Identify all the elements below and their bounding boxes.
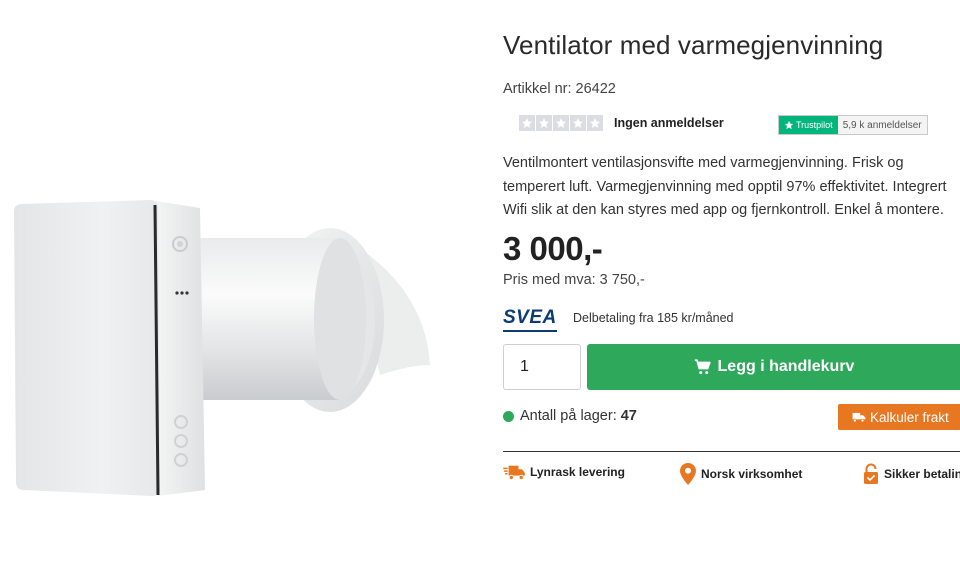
usp-label: Norsk virksomhet	[701, 467, 803, 481]
usp-norwegian-company: Norsk virksomhet	[680, 463, 802, 485]
lock-icon	[864, 463, 878, 484]
rating-stars[interactable]	[519, 115, 603, 131]
in-stock-dot-icon	[503, 410, 514, 422]
usp-label: Lynrask levering	[530, 465, 625, 479]
trustpilot-badge[interactable]: Trustpilot 5,9 k anmeldelser	[778, 115, 928, 135]
trustpilot-logo: Trustpilot	[779, 116, 838, 134]
star-icon	[536, 115, 552, 131]
usp-secure-payment: Sikker betalin	[863, 463, 960, 485]
star-icon	[570, 115, 586, 131]
trustpilot-count: 5,9 k anmeldelser	[837, 116, 927, 134]
calculate-freight-label: Kalkuler frakt	[870, 409, 949, 425]
star-icon	[784, 120, 794, 130]
stock-status: Antall på lager: 47	[503, 408, 637, 424]
add-to-cart-button[interactable]: Legg i handlekurv	[587, 344, 960, 390]
product-description: Ventilmontert ventilasjonsvifte med varm…	[503, 155, 947, 218]
star-icon	[519, 115, 535, 131]
quantity-input[interactable]	[503, 344, 581, 390]
product-image[interactable]	[0, 160, 470, 520]
article-number: Artikkel nr: 26422	[503, 81, 616, 97]
trustpilot-label: Trustpilot	[796, 120, 833, 130]
usp-fast-delivery: Lynrask levering	[503, 463, 625, 481]
usp-label: Sikker betalin	[884, 467, 960, 481]
stock-count: 47	[620, 408, 637, 424]
price-with-vat: Pris med mva: 3 750,-	[503, 272, 645, 288]
truck-icon	[852, 412, 866, 423]
reviews-link[interactable]: Ingen anmeldelser	[614, 116, 724, 130]
product-title: Ventilator med varmegjenvinning	[503, 30, 884, 60]
cart-icon	[694, 359, 711, 375]
star-icon	[587, 115, 603, 131]
divider	[503, 451, 960, 452]
calculate-freight-button[interactable]: Kalkuler frakt	[838, 404, 960, 430]
svea-logo: SVEA	[503, 307, 557, 332]
installment-text: Delbetaling fra 185 kr/måned	[573, 311, 734, 325]
add-to-cart-label: Legg i handlekurv	[717, 358, 855, 375]
fast-truck-icon	[503, 465, 525, 481]
stock-label: Antall på lager:	[520, 408, 617, 424]
product-price: 3 000,-	[503, 230, 603, 267]
ventilator-illustration	[14, 200, 430, 496]
star-icon	[553, 115, 569, 131]
location-pin-icon	[680, 463, 696, 485]
